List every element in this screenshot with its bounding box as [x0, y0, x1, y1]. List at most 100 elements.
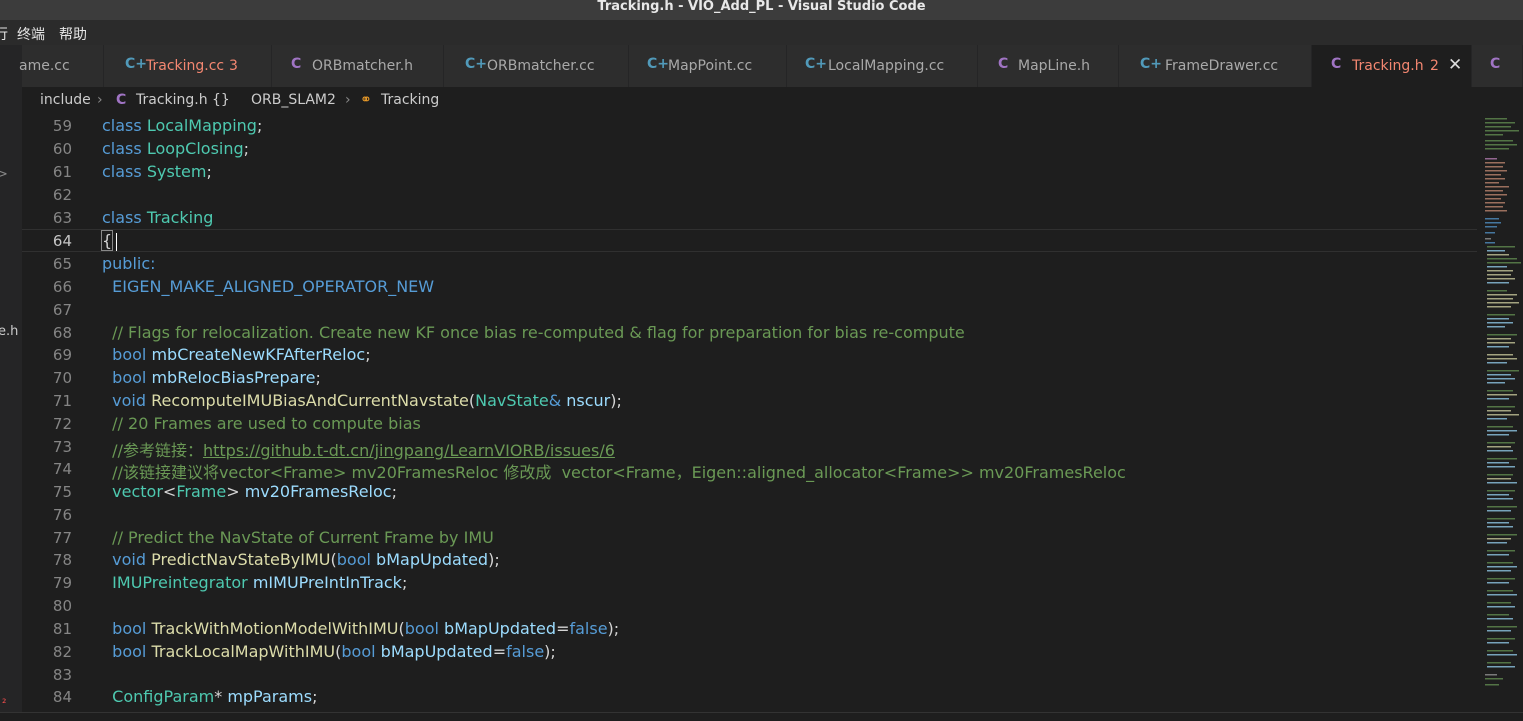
tab-label: LocalMapping.cc [828, 58, 945, 74]
tab-orbmatcher-h[interactable]: C ORBmatcher.h [272, 45, 444, 87]
code-token: = [556, 619, 570, 638]
tab-frame-cc[interactable]: ame.cc [19, 45, 104, 87]
code-token: Frame [176, 482, 227, 501]
code-token: IMUPreintegrator [112, 573, 248, 592]
code-line: 77 // Predict the NavState of Current Fr… [22, 527, 1477, 550]
code-token: bool [341, 642, 376, 661]
cpp-file-icon: C+ [647, 56, 670, 72]
sidebar-error-icon: ₂ [2, 693, 7, 706]
c-header-icon: C [116, 92, 127, 108]
code-line: 60 class LoopClosing; [22, 138, 1477, 161]
line-number: 76 [52, 506, 72, 524]
breadcrumb: include › C Tracking.h {} ORB_SLAM2 › ⚭ … [22, 87, 1523, 114]
code-line: 68 // Flags for relocalization. Create n… [22, 322, 1477, 345]
code-line: 80 [22, 595, 1477, 618]
line-number: 66 [52, 278, 72, 296]
breadcrumb-namespace[interactable]: ORB_SLAM2 [251, 92, 336, 108]
tab-framedrawer-cc[interactable]: C+ FrameDrawer.cc [1119, 45, 1312, 87]
line-number: 65 [52, 255, 72, 273]
line-number: 67 [52, 301, 72, 319]
tab-mappoint-cc[interactable]: C+ MapPoint.cc [629, 45, 787, 87]
tab-tracking-h[interactable]: C Tracking.h 2 ✕ [1312, 45, 1472, 87]
code-line: 72 // 20 Frames are used to compute bias [22, 413, 1477, 436]
breadcrumb-file[interactable]: Tracking.h [136, 92, 208, 108]
editor-tab-bar: ame.cc C+ Tracking.cc 3 C ORBmatcher.h C… [19, 45, 1523, 87]
code-token: bMapUpdated [444, 619, 557, 638]
line-number: 72 [52, 415, 72, 433]
code-token: mIMUPreIntInTrack [252, 573, 402, 592]
code-token: ; [391, 482, 397, 501]
close-icon[interactable]: ✕ [1448, 55, 1462, 75]
code-line: 82 bool TrackLocalMapWithIMU(bool bMapUp… [22, 641, 1477, 664]
code-token: ); [607, 619, 620, 638]
minimap[interactable] [1477, 114, 1523, 712]
cpp-file-icon: C+ [1140, 56, 1163, 72]
tab-overflow[interactable]: C [1472, 45, 1523, 87]
menu-run[interactable]: 行 [0, 24, 8, 44]
code-token: bool [112, 345, 147, 364]
menu-help[interactable]: 帮助 [59, 24, 87, 44]
code-line: 66 EIGEN_MAKE_ALIGNED_OPERATOR_NEW [22, 276, 1477, 299]
code-token: = [492, 642, 507, 661]
code-token: ); [610, 391, 622, 410]
tab-label: Tracking.cc [146, 58, 225, 74]
tab-label: MapLine.h [1018, 58, 1091, 74]
menu-terminal[interactable]: 终端 [17, 24, 45, 44]
code-token: * [214, 687, 228, 706]
code-editor[interactable]: 59 class LocalMapping; 60 class LoopClos… [22, 114, 1477, 712]
window-title: Tracking.h - VIO_Add_PL - Visual Studio … [0, 0, 1523, 20]
breadcrumb-class[interactable]: Tracking [381, 92, 439, 108]
code-token: bool [404, 619, 439, 638]
tab-label: MapPoint.cc [668, 58, 753, 74]
tab-mapline-h[interactable]: C MapLine.h [978, 45, 1119, 87]
tab-orbmatcher-cc[interactable]: C+ ORBmatcher.cc [444, 45, 629, 87]
code-token: //该链接建议将vector<Frame> mv20FramesReloc 修改… [112, 463, 1126, 482]
line-number: 68 [52, 324, 72, 342]
code-token: mbCreateNewKFAfterReloc [151, 345, 366, 364]
sidebar-chevron-icon[interactable]: > [0, 167, 8, 182]
code-token: nscur [566, 391, 611, 410]
tab-localmapping-cc[interactable]: C+ LocalMapping.cc [787, 45, 978, 87]
code-token: & [548, 391, 567, 410]
code-token: ; [312, 687, 318, 706]
line-number: 62 [52, 186, 72, 204]
code-line: 59 class LocalMapping; [22, 115, 1477, 138]
problem-count-badge: 2 [1430, 58, 1439, 74]
code-line: 74 //该链接建议将vector<Frame> mv20FramesReloc… [22, 458, 1477, 482]
code-line: 76 [22, 504, 1477, 527]
code-token: ; [365, 345, 371, 364]
code-token: Tracking [146, 208, 214, 227]
line-number: 60 [52, 140, 72, 158]
code-line: 71 void RecomputeIMUBiasAndCurrentNavsta… [22, 390, 1477, 413]
code-token: bool [112, 619, 147, 638]
code-line: 79 IMUPreintegrator mIMUPreIntInTrack; [22, 572, 1477, 595]
code-token: PredictNavStateByIMU [151, 550, 331, 569]
code-line: 81 bool TrackWithMotionModelWithIMU(bool… [22, 618, 1477, 641]
cpp-file-icon: C+ [125, 56, 148, 72]
code-token: > [226, 482, 245, 501]
code-line: 73 //参考链接：https://github.t-dt.cn/jingpan… [22, 436, 1477, 460]
code-token: ; [243, 139, 250, 158]
chevron-right-icon: › [345, 92, 351, 108]
code-token: public: [102, 254, 156, 273]
line-number: 82 [52, 643, 72, 661]
code-token: false [569, 619, 608, 638]
code-token: false [506, 642, 545, 661]
sidebar-file-item[interactable]: e.h [0, 324, 18, 339]
explorer-sidebar: > e.h ₂ [0, 45, 22, 720]
code-line: 84 ConfigParam* mpParams; [22, 686, 1477, 709]
code-token: RecomputeIMUBiasAndCurrentNavstate [151, 391, 469, 410]
tab-label: FrameDrawer.cc [1165, 58, 1279, 74]
line-number: 75 [52, 483, 72, 501]
breadcrumb-folder[interactable]: include [40, 92, 91, 108]
tab-tracking-cc[interactable]: C+ Tracking.cc 3 [104, 45, 272, 87]
code-token: LoopClosing [146, 139, 244, 158]
code-line: 67 [22, 299, 1477, 322]
